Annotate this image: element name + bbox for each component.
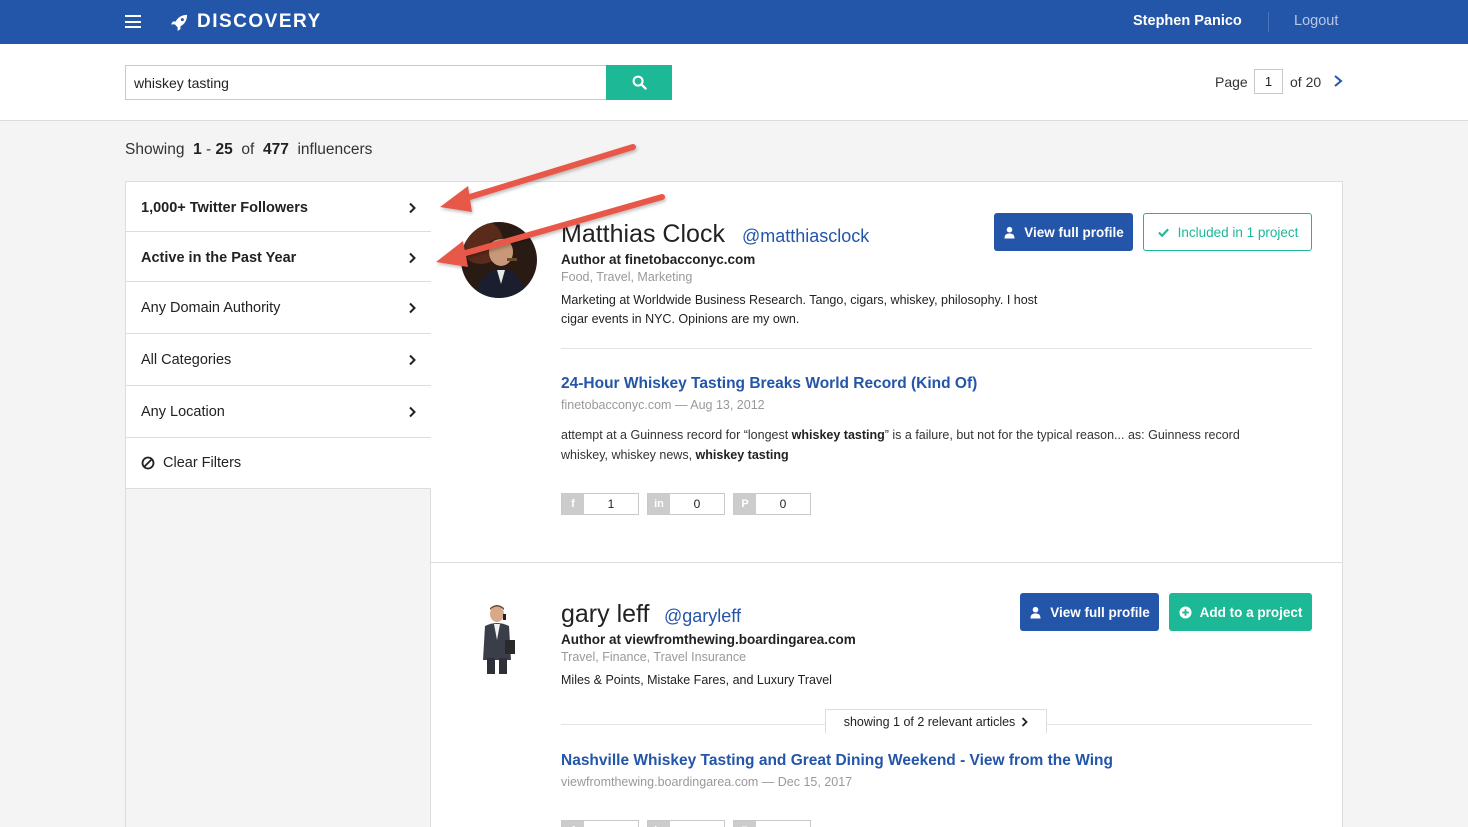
avatar[interactable]	[461, 600, 537, 676]
influencer-bio: Miles & Points, Mistake Fares, and Luxur…	[561, 673, 832, 687]
facebook-share-count[interactable]: f 1	[561, 493, 639, 515]
search-button[interactable]	[606, 65, 672, 100]
results-total: 477	[262, 141, 289, 158]
filter-active-past-year[interactable]: Active in the Past Year	[126, 231, 431, 283]
facebook-share-count[interactable]: f	[561, 820, 639, 827]
filter-categories[interactable]: All Categories	[126, 333, 431, 385]
range-end: 25	[215, 141, 233, 158]
view-full-profile-button[interactable]: View full profile	[1020, 593, 1159, 631]
plus-circle-icon	[1179, 605, 1192, 619]
search-input[interactable]	[125, 65, 607, 100]
check-icon	[1157, 228, 1169, 237]
facebook-icon: f	[562, 821, 584, 827]
filter-location[interactable]: Any Location	[126, 385, 431, 437]
top-navbar: DISCOVERY Stephen Panico Logout	[0, 0, 1468, 44]
page-number-input[interactable]	[1254, 69, 1283, 94]
search-bar-area: Page of 20	[0, 44, 1468, 121]
article-meta: finetobacconyc.com — Aug 13, 2012	[561, 398, 765, 412]
share-count: 0	[693, 497, 701, 511]
share-count: 1	[607, 497, 615, 511]
user-name[interactable]: Stephen Panico	[1133, 13, 1242, 29]
article-title-link[interactable]: Nashville Whiskey Tasting and Great Dini…	[561, 752, 1113, 770]
chevron-right-icon	[409, 406, 416, 417]
rocket-icon	[170, 14, 188, 31]
relevant-articles-toggle[interactable]: showing 1 of 2 relevant articles	[825, 709, 1047, 733]
chevron-right-icon[interactable]	[1332, 74, 1344, 88]
article-title-link[interactable]: 24-Hour Whiskey Tasting Breaks World Rec…	[561, 375, 977, 393]
filter-label: All Categories	[141, 351, 232, 368]
chevron-right-icon	[409, 354, 416, 365]
filter-label: Active in the Past Year	[141, 249, 297, 266]
influencer-name[interactable]: gary leff	[561, 600, 649, 629]
share-count	[756, 821, 810, 827]
relevant-articles-label: showing 1 of 2 relevant articles	[843, 714, 1016, 729]
linkedin-icon: in	[648, 494, 670, 514]
linkedin-icon: in	[648, 821, 670, 827]
influencer-author: Author at viewfromthewing.boardingarea.c…	[561, 632, 856, 647]
user-icon	[1004, 226, 1015, 239]
influencer-name[interactable]: Matthias Clock	[561, 220, 725, 249]
influencer-categories: Travel, Finance, Travel Insurance	[561, 650, 747, 664]
article-meta: viewfromthewing.boardingarea.com — Dec 1…	[561, 775, 853, 789]
add-to-project-button[interactable]: Add to a project	[1169, 593, 1312, 631]
page-label: Page	[1215, 74, 1248, 90]
hamburger-icon[interactable]	[125, 15, 141, 28]
results-prefix: Showing	[125, 141, 185, 158]
of-label: of	[241, 141, 255, 158]
snippet-text: attempt at a Guinness record for “longes…	[561, 428, 792, 442]
influencer-bio: Marketing at Worldwide Business Research…	[561, 293, 1038, 326]
app-logo[interactable]: DISCOVERY	[170, 11, 322, 33]
button-label: View full profile	[1024, 224, 1124, 240]
ban-icon	[141, 456, 155, 470]
view-full-profile-button[interactable]: View full profile	[994, 213, 1133, 251]
results-suffix: influencers	[297, 141, 373, 158]
influencer-author: Author at finetobacconyc.com	[561, 252, 756, 267]
filter-domain-authority[interactable]: Any Domain Authority	[126, 281, 431, 333]
button-label: Included in 1 project	[1177, 224, 1299, 240]
chevron-right-icon	[409, 252, 416, 263]
pinterest-share-count[interactable]: P 0	[733, 493, 811, 515]
article-snippet: attempt at a Guinness record for “longes…	[561, 425, 1281, 465]
share-count	[584, 821, 638, 827]
pinterest-icon: P	[734, 821, 756, 827]
clear-filters-button[interactable]: Clear Filters	[126, 437, 431, 489]
app-title: DISCOVERY	[197, 11, 322, 32]
included-in-project-button[interactable]: Included in 1 project	[1143, 213, 1312, 251]
influencer-handle[interactable]: @matthiasclock	[742, 226, 869, 247]
filter-label: Any Location	[141, 403, 225, 420]
pinterest-share-count[interactable]: P	[733, 820, 811, 827]
chevron-right-icon	[409, 302, 416, 313]
facebook-icon: f	[562, 494, 584, 514]
user-icon	[1030, 606, 1041, 619]
button-label: Add to a project	[1199, 604, 1303, 620]
filter-sidebar: 1,000+ Twitter Followers Active in the P…	[125, 181, 431, 827]
filter-twitter-followers[interactable]: 1,000+ Twitter Followers	[126, 181, 431, 233]
search-icon	[632, 75, 647, 90]
page-total: of 20	[1290, 74, 1322, 90]
range-separator: -	[206, 141, 212, 158]
card-separator	[431, 562, 1342, 563]
snippet-highlight: whiskey tasting	[791, 428, 885, 442]
influencer-handle[interactable]: @garyleff	[664, 606, 741, 627]
chevron-right-icon	[409, 202, 416, 213]
snippet-highlight: whiskey tasting	[695, 448, 789, 462]
divider	[561, 348, 1312, 349]
nav-divider	[1268, 12, 1269, 32]
clear-filters-label: Clear Filters	[163, 455, 242, 471]
filter-label: 1,000+ Twitter Followers	[141, 199, 308, 216]
filter-label: Any Domain Authority	[141, 299, 281, 316]
pinterest-icon: P	[734, 494, 756, 514]
linkedin-share-count[interactable]: in	[647, 820, 725, 827]
avatar[interactable]	[461, 222, 537, 298]
results-count: Showing 1 - 25 of 477 influencers	[125, 141, 372, 159]
chevron-right-icon	[1022, 716, 1029, 727]
range-start: 1	[193, 141, 202, 158]
influencer-categories: Food, Travel, Marketing	[561, 270, 693, 284]
linkedin-share-count[interactable]: in 0	[647, 493, 725, 515]
logout-link[interactable]: Logout	[1294, 13, 1338, 29]
share-count: 0	[779, 497, 787, 511]
share-count	[670, 821, 724, 827]
results-panel: Matthias Clock @matthiasclock Author at …	[431, 181, 1343, 827]
button-label: View full profile	[1050, 604, 1150, 620]
